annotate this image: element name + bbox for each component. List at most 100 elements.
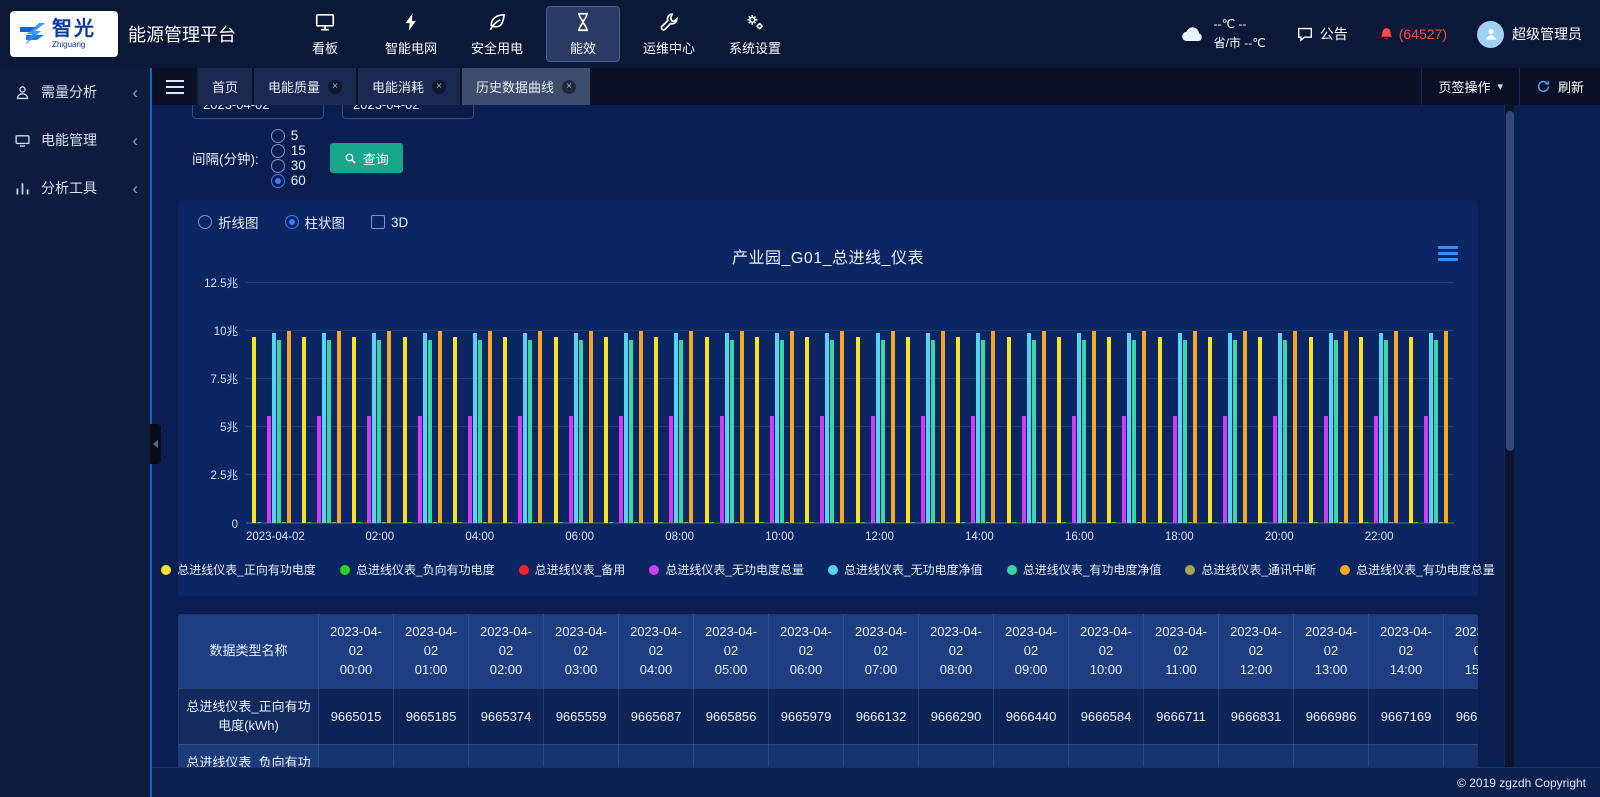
tab-operations-button[interactable]: 页签操作 ▾ <box>1421 68 1519 105</box>
nav-item-energy-efficiency[interactable]: 能效 <box>546 6 620 62</box>
bar <box>377 340 381 523</box>
tab-item-3[interactable]: 历史数据曲线× <box>462 68 590 105</box>
query-button[interactable]: 查询 <box>330 143 403 173</box>
bar <box>508 522 512 523</box>
interval-radio-5[interactable]: 5 <box>271 128 306 143</box>
tab-operations-label: 页签操作 <box>1438 77 1490 96</box>
bar <box>1163 522 1167 523</box>
nav-item-ops-center[interactable]: 运维中心 <box>632 6 706 62</box>
table-header-col-5: 2023-04-02 05:00 <box>694 615 769 689</box>
radio-icon <box>271 159 285 173</box>
bar <box>991 331 995 523</box>
hamburger-icon[interactable] <box>152 68 198 105</box>
bar <box>1042 331 1046 523</box>
page-footer: © 2019 zgzdh Copyright <box>152 767 1600 797</box>
table-cell: 35790.4 <box>1144 744 1219 767</box>
legend-item-2[interactable]: 总进线仪表_备用 <box>519 561 626 578</box>
table-row-label: 总进线仪表_正向有功电度(kWh) <box>179 688 319 744</box>
y-tick-label: 0 <box>232 519 238 531</box>
bar-group-6 <box>548 284 598 523</box>
interval-radio-30[interactable]: 30 <box>271 158 306 173</box>
interval-option-label: 60 <box>291 173 306 188</box>
legend-dot-icon <box>1185 565 1195 575</box>
interval-radio-15[interactable]: 15 <box>271 143 306 158</box>
bar <box>654 337 658 523</box>
bar <box>956 337 960 523</box>
x-tick-label <box>805 531 855 543</box>
bar <box>1414 522 1418 523</box>
alarm-button[interactable]: (64527) <box>1378 26 1447 43</box>
bar <box>624 333 628 523</box>
user-menu[interactable]: 超级管理员 <box>1477 21 1582 48</box>
bar <box>936 522 940 523</box>
bar <box>785 522 789 523</box>
close-icon[interactable]: × <box>328 80 342 94</box>
legend-label: 总进线仪表_负向有功电度 <box>356 561 495 578</box>
x-tick-label <box>1304 531 1354 543</box>
table-cell: 35790.4 <box>1294 744 1369 767</box>
bar <box>322 333 326 523</box>
chart-3d-checkbox[interactable]: 3D <box>371 215 408 230</box>
x-tick-label <box>305 531 355 543</box>
radio-icon <box>271 174 285 188</box>
bar <box>367 416 371 524</box>
close-icon[interactable]: × <box>432 80 446 94</box>
legend-label: 总进线仪表_有功电度净值 <box>1023 561 1162 578</box>
date-filter-row: 2023-04-02 2023-04-02 <box>192 105 1478 119</box>
nav-item-safe-power[interactable]: 安全用电 <box>460 6 534 62</box>
x-tick-label: 04:00 <box>455 531 505 543</box>
bar <box>282 522 286 523</box>
legend-item-4[interactable]: 总进线仪表_无功电度净值 <box>828 561 983 578</box>
interval-label: 间隔(分钟): <box>192 148 259 168</box>
x-tick-label <box>705 531 755 543</box>
sidebar-item-demand-analysis[interactable]: 需量分析‹ <box>0 68 150 116</box>
bar <box>1037 522 1041 523</box>
legend-item-0[interactable]: 总进线仪表_正向有功电度 <box>161 561 316 578</box>
top-navbar: 智光 Zhiguang 能源管理平台 看板智能电网安全用电能效运维中心系统设置 … <box>0 0 1600 68</box>
end-date-input[interactable]: 2023-04-02 <box>342 105 474 119</box>
scrollbar-thumb[interactable] <box>1506 111 1514 451</box>
tab-item-0[interactable]: 首页 <box>198 68 252 105</box>
chart-type-line-radio[interactable]: 折线图 <box>198 212 259 232</box>
bar <box>438 331 442 523</box>
vertical-scrollbar[interactable] <box>1504 105 1514 767</box>
bar <box>1142 331 1146 523</box>
notice-button[interactable]: 公告 <box>1296 24 1348 44</box>
nav-item-kanban[interactable]: 看板 <box>288 6 362 62</box>
bar <box>1334 340 1338 523</box>
tab-item-2[interactable]: 电能消耗× <box>358 68 460 105</box>
chart-type-bar-radio[interactable]: 柱状图 <box>285 212 346 232</box>
start-date-input[interactable]: 2023-04-02 <box>192 105 324 119</box>
sidebar-item-analysis-tools[interactable]: 分析工具‹ <box>0 164 150 212</box>
sidebar-collapse-handle[interactable] <box>150 424 161 464</box>
interval-radio-60[interactable]: 60 <box>271 173 306 188</box>
legend-item-1[interactable]: 总进线仪表_负向有功电度 <box>340 561 495 578</box>
menu-icon[interactable] <box>1438 246 1458 261</box>
legend-dot-icon <box>340 565 350 575</box>
bar <box>710 522 714 523</box>
bar <box>971 416 975 524</box>
bar <box>755 337 759 523</box>
bar <box>840 331 844 523</box>
x-tick-label: 2023-04-02 <box>246 531 305 543</box>
legend-item-6[interactable]: 总进线仪表_通讯中断 <box>1185 561 1316 578</box>
legend-item-5[interactable]: 总进线仪表_有功电度净值 <box>1007 561 1162 578</box>
close-icon[interactable]: × <box>562 80 576 94</box>
legend-item-7[interactable]: 总进线仪表_有功电度总量 <box>1340 561 1495 578</box>
sidebar-item-energy-management[interactable]: 电能管理‹ <box>0 116 150 164</box>
bar <box>533 522 537 523</box>
refresh-label: 刷新 <box>1558 77 1584 96</box>
table-header-col-4: 2023-04-02 04:00 <box>619 615 694 689</box>
refresh-button[interactable]: 刷新 <box>1519 68 1600 105</box>
smart-grid-icon <box>400 11 422 33</box>
bar <box>478 340 482 523</box>
nav-item-system-settings[interactable]: 系统设置 <box>718 6 792 62</box>
interval-option-label: 15 <box>291 143 306 158</box>
nav-item-smart-grid[interactable]: 智能电网 <box>374 6 448 62</box>
chart-bars <box>246 284 1454 523</box>
chart-title: 产业园_G01_总进线_仪表 <box>194 244 1462 268</box>
legend-item-3[interactable]: 总进线仪表_无功电度总量 <box>649 561 804 578</box>
tab-item-1[interactable]: 电能质量× <box>254 68 356 105</box>
radio-icon <box>271 129 285 143</box>
legend-dot-icon <box>649 565 659 575</box>
